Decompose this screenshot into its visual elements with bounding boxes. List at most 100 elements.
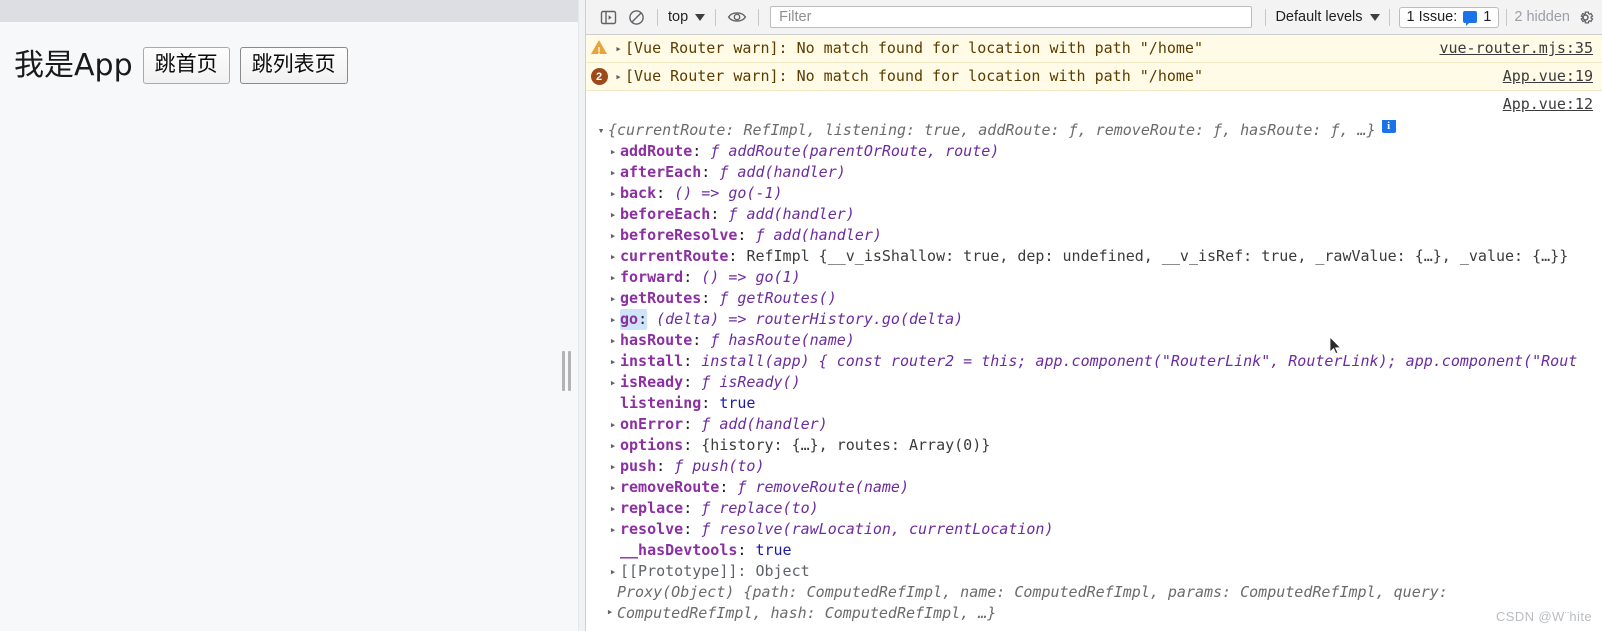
console-toolbar: top Default levels 1 Issu	[586, 0, 1602, 35]
expand-arrow-icon[interactable]: ▸	[606, 183, 620, 204]
sidebar-panel-icon[interactable]	[594, 4, 622, 30]
console-trailing-source-row: App.vue:12	[586, 91, 1602, 117]
filter-input[interactable]	[777, 8, 1246, 26]
object-property-row[interactable]: ▸ push: ƒ push(to)	[586, 456, 1602, 477]
expand-arrow-icon[interactable]: ▸	[606, 351, 620, 372]
property-colon: :	[737, 541, 747, 559]
expand-arrow-icon[interactable]: ▸	[603, 582, 617, 622]
property-colon: :	[683, 373, 693, 391]
property-colon: :	[728, 247, 738, 265]
property-value: true	[719, 394, 756, 412]
object-property-row[interactable]: __hasDevtools: true	[586, 540, 1602, 561]
app-header-row: 我是App 跳首页 跳列表页	[14, 47, 348, 84]
object-property-row[interactable]: ▸ hasRoute: ƒ hasRoute(name)	[586, 330, 1602, 351]
function-glyph-icon: ƒ	[710, 331, 720, 349]
expand-arrow-icon[interactable]: ▸	[606, 246, 620, 267]
console-message-text: [Vue Router warn]: No match found for lo…	[625, 67, 1203, 85]
property-value: {history: {…}, routes: Array(0)}	[701, 436, 991, 454]
property-colon: :	[638, 310, 648, 328]
property-key: options	[620, 436, 684, 454]
console-message-row[interactable]: ▸ [Vue Router warn]: No match found for …	[586, 35, 1602, 63]
object-property-row[interactable]: ▸ getRoutes: ƒ getRoutes()	[586, 288, 1602, 309]
proxy-row[interactable]: ▸ Proxy(Object) {path: ComputedRefImpl, …	[586, 582, 1602, 624]
property-colon: :	[683, 268, 693, 286]
object-property-row[interactable]: ▸ install: install(app) { const router2 =…	[586, 351, 1602, 372]
object-property-row[interactable]: ▸ options: {history: {…}, routes: Array(0…	[586, 435, 1602, 456]
expand-arrow-icon[interactable]: ▸	[612, 38, 625, 59]
object-property-row[interactable]: ▸ isReady: ƒ isReady()	[586, 372, 1602, 393]
collapse-arrow-icon[interactable]: ▾	[594, 120, 608, 141]
object-property-row[interactable]: ▸ onError: ƒ add(handler)	[586, 414, 1602, 435]
property-value: addRoute(parentOrRoute, route)	[728, 142, 1000, 160]
expand-arrow-icon[interactable]: ▸	[612, 66, 625, 87]
expand-arrow-icon[interactable]: ▸	[606, 267, 620, 288]
execution-context-select[interactable]: top	[665, 7, 708, 27]
goto-home-button[interactable]: 跳首页	[142, 47, 230, 84]
object-property-row[interactable]: ▸ addRoute: ƒ addRoute(parentOrRoute, rou…	[586, 141, 1602, 162]
issues-button[interactable]: 1 Issue: 1	[1398, 6, 1500, 28]
property-colon: :	[719, 478, 729, 496]
property-key: beforeEach	[620, 205, 711, 223]
property-colon: :	[683, 520, 693, 538]
expand-arrow-icon[interactable]: ▸	[606, 225, 620, 246]
property-value: add(handler)	[773, 226, 882, 244]
object-header-text: {currentRoute: RefImpl, listening: true,…	[608, 121, 1376, 139]
console-panel: top Default levels 1 Issu	[585, 0, 1602, 631]
object-property-row[interactable]: ▸ removeRoute: ƒ removeRoute(name)	[586, 477, 1602, 498]
expand-arrow-icon[interactable]: ▸	[606, 435, 620, 456]
expand-arrow-icon[interactable]: ▸	[606, 204, 620, 225]
console-message-source-link[interactable]: App.vue:12	[1503, 93, 1602, 115]
expand-arrow-icon[interactable]: ▸	[606, 519, 620, 540]
log-levels-label: Default levels	[1275, 9, 1363, 25]
expand-arrow-icon[interactable]: ▸	[606, 414, 620, 435]
expand-arrow-icon[interactable]: ▸	[606, 162, 620, 183]
object-property-row[interactable]: ▸ back: () => go(-1)	[586, 183, 1602, 204]
row-spacer	[606, 393, 620, 394]
console-message-row[interactable]: 2 ▸ [Vue Router warn]: No match found fo…	[586, 63, 1602, 91]
object-property-row[interactable]: listening: true	[586, 393, 1602, 414]
property-colon: :	[701, 163, 711, 181]
object-property-row[interactable]: ▸ go: (delta) => routerHistory.go(delta)	[586, 309, 1602, 330]
console-message-source-link[interactable]: vue-router.mjs:35	[1439, 38, 1602, 58]
object-property-row[interactable]: ▸ afterEach: ƒ add(handler)	[586, 162, 1602, 183]
expand-arrow-icon[interactable]: ▸	[606, 309, 620, 330]
property-value: (delta) => routerHistory.go(delta)	[656, 310, 964, 328]
object-property-row[interactable]: ▸ currentRoute: RefImpl {__v_isShallow: t…	[586, 246, 1602, 267]
property-key: isReady	[620, 373, 684, 391]
property-key: __hasDevtools	[620, 541, 738, 559]
filter-input-wrapper[interactable]	[770, 6, 1253, 28]
property-key: beforeResolve	[620, 226, 738, 244]
goto-list-button[interactable]: 跳列表页	[239, 47, 348, 84]
expand-arrow-icon[interactable]: ▸	[606, 477, 620, 498]
object-property-row[interactable]: ▸ forward: () => go(1)	[586, 267, 1602, 288]
expand-arrow-icon[interactable]: ▸	[606, 372, 620, 393]
object-property-row[interactable]: ▸ resolve: ƒ resolve(rawLocation, current…	[586, 519, 1602, 540]
object-property-row[interactable]: ▸ replace: ƒ replace(to)	[586, 498, 1602, 519]
toolbar-divider	[1506, 8, 1508, 26]
log-levels-select[interactable]: Default levels	[1273, 7, 1381, 27]
expand-arrow-icon[interactable]: ▸	[606, 498, 620, 519]
console-message-source-link[interactable]: App.vue:19	[1503, 66, 1602, 86]
toolbar-divider	[1265, 8, 1267, 26]
eye-icon[interactable]	[723, 4, 751, 30]
gear-icon[interactable]	[1574, 6, 1596, 28]
property-value: () => go(1)	[701, 268, 801, 286]
expand-arrow-icon[interactable]: ▸	[606, 330, 620, 351]
object-property-row[interactable]: ▸ beforeEach: ƒ add(handler)	[586, 204, 1602, 225]
function-glyph-icon: ƒ	[755, 226, 765, 244]
pane-resize-handle[interactable]	[560, 350, 572, 392]
expand-arrow-icon[interactable]: ▸	[606, 288, 620, 309]
clear-console-icon[interactable]	[622, 4, 650, 30]
toolbar-divider	[1388, 8, 1390, 26]
expand-arrow-icon[interactable]: ▸	[606, 456, 620, 477]
prototype-row[interactable]: ▸ [[Prototype]]: Object	[586, 561, 1602, 582]
function-glyph-icon: ƒ	[719, 163, 729, 181]
function-glyph-icon: ƒ	[674, 457, 684, 475]
object-property-row[interactable]: ▸ beforeResolve: ƒ add(handler)	[586, 225, 1602, 246]
expand-arrow-icon[interactable]: ▸	[606, 141, 620, 162]
property-value: true	[755, 541, 792, 559]
info-badge-icon[interactable]: i	[1381, 120, 1396, 133]
repeat-count-badge: 2	[586, 66, 612, 85]
object-header-row[interactable]: ▾ {currentRoute: RefImpl, listening: tru…	[586, 120, 1602, 141]
expand-arrow-icon[interactable]: ▸	[606, 561, 620, 582]
